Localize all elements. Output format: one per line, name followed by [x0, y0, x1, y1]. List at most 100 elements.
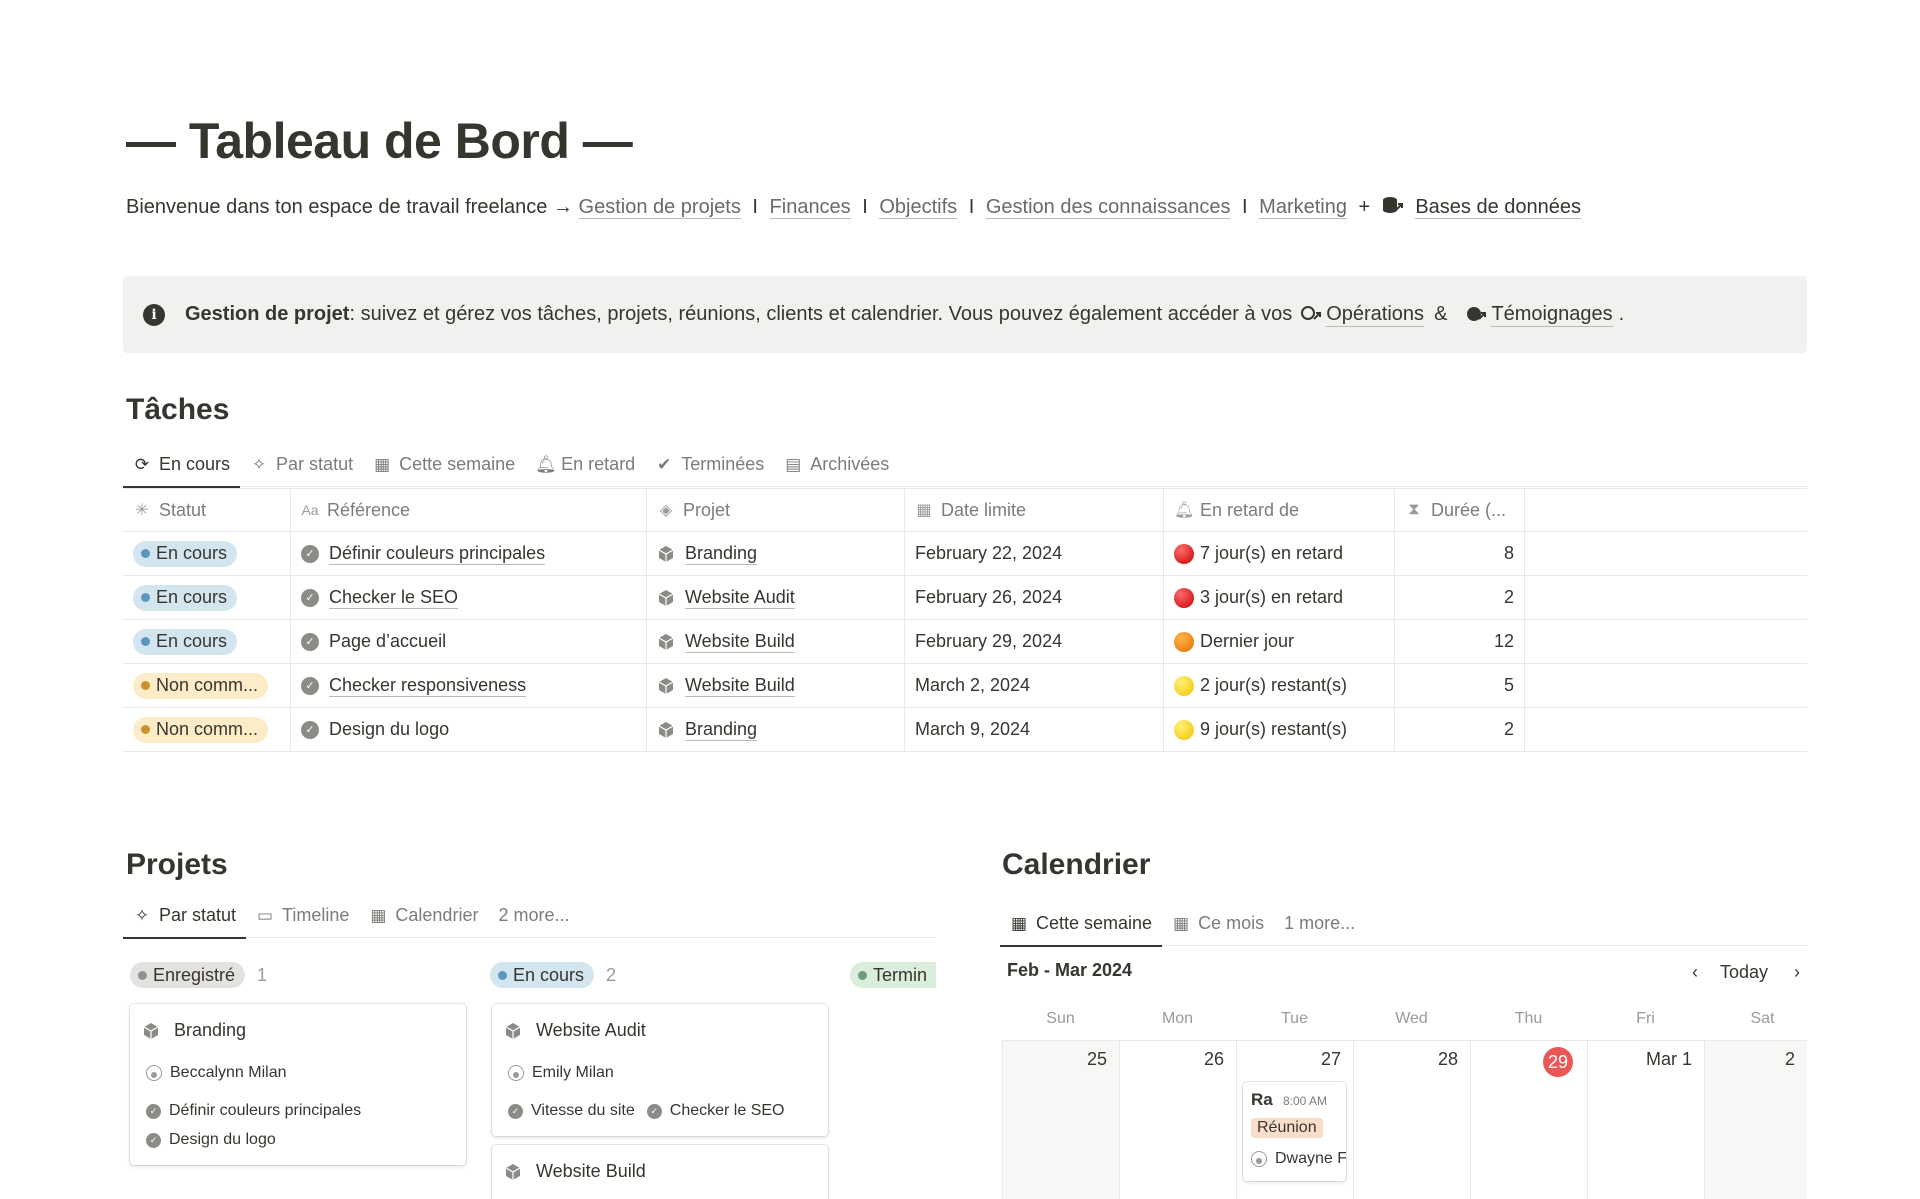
status-cell[interactable]: Non comm... [123, 708, 291, 751]
calendar-day[interactable]: 2 [1704, 1041, 1807, 1199]
task-link[interactable]: Checker le SEO [329, 587, 459, 609]
date-cell[interactable]: February 29, 2024 [905, 620, 1164, 663]
duration-cell[interactable]: 8 [1395, 532, 1525, 575]
col-duree[interactable]: ⧗ Durée (... [1395, 489, 1525, 531]
late-cell[interactable]: 3 jour(s) en retard [1164, 576, 1395, 619]
tab-en-retard[interactable]: 🔔︎ En retard [525, 443, 645, 487]
card-tasks[interactable]: ✓ Vitesse du site ✓ Checker le SEO [508, 1102, 784, 1120]
project-cell[interactable]: Branding [647, 708, 905, 751]
late-cell[interactable]: 2 jour(s) restant(s) [1164, 664, 1395, 707]
project-card[interactable]: Website Audit Emily Milan ✓ Vitesse du si… [492, 1004, 828, 1136]
status-cell[interactable]: En cours [123, 620, 291, 663]
tab-cette-semaine[interactable]: ▦ Cette semaine [1000, 902, 1163, 947]
link-operations[interactable]: Opérations [1326, 303, 1425, 327]
link-gestion-projets[interactable]: Gestion de projets [578, 196, 741, 219]
task-link[interactable]: Définir couleurs principales [329, 543, 546, 565]
calendar-day[interactable]: 25 [1002, 1041, 1119, 1199]
tasks-tabs: ⟳ En cours ✧ Par statut ▦ Cette semaine 🔔︎ E… [123, 443, 1807, 488]
link-objectifs[interactable]: Objectifs [879, 196, 958, 219]
table-row[interactable]: Non comm... ✓ Design du logo Branding Mar… [123, 708, 1807, 752]
date-cell[interactable]: February 22, 2024 [905, 532, 1164, 575]
project-link[interactable]: Website Build [685, 675, 795, 697]
reference-cell[interactable]: ✓ Définir couleurs principales [291, 532, 647, 575]
tab-cette-semaine[interactable]: ▦ Cette semaine [363, 443, 525, 487]
group-termine[interactable]: Termin [850, 962, 936, 988]
table-row[interactable]: En cours ✓ Définir couleurs principales B… [123, 532, 1807, 576]
col-empty [1525, 489, 1807, 531]
tab-terminees[interactable]: ✔ Terminées [645, 443, 774, 487]
table-row[interactable]: En cours ✓ Checker le SEO Website Audit F… [123, 576, 1807, 620]
project-cell[interactable]: Website Build [647, 620, 905, 663]
table-row[interactable]: Non comm... ✓ Checker responsiveness Webs… [123, 664, 1807, 708]
calendar-day[interactable]: Mar 1 [1587, 1041, 1704, 1199]
duration-cell[interactable]: 12 [1395, 620, 1525, 663]
link-connaissances[interactable]: Gestion des connaissances [985, 196, 1231, 219]
project-cell[interactable]: Website Audit [647, 576, 905, 619]
separator: I [752, 196, 758, 218]
reference-cell[interactable]: ✓ Checker responsiveness [291, 664, 647, 707]
date-cell[interactable]: March 9, 2024 [905, 708, 1164, 751]
link-temoignages[interactable]: Témoignages [1491, 303, 1613, 327]
project-cell[interactable]: Branding [647, 532, 905, 575]
tab-par-statut[interactable]: ✧ Par statut [240, 443, 363, 487]
tab-par-statut[interactable]: ✧ Par statut [123, 894, 247, 939]
project-card[interactable]: Website Build [492, 1145, 828, 1199]
group-en-cours[interactable]: En cours 2 [490, 962, 616, 988]
task-link[interactable]: Checker responsiveness [329, 675, 527, 697]
tab-archivees[interactable]: ▤ Archivées [774, 443, 899, 487]
reference-cell[interactable]: ✓ Page d’accueil [291, 620, 647, 663]
reference-cell[interactable]: ✓ Checker le SEO [291, 576, 647, 619]
duration-value: 2 [1503, 719, 1514, 739]
link-bases-de-donnees[interactable]: Bases de données [1415, 196, 1582, 219]
project-link[interactable]: Branding [685, 719, 758, 741]
calendar-day-today[interactable]: 29 [1470, 1041, 1587, 1199]
today-button[interactable]: Today [1720, 962, 1768, 983]
task-link[interactable]: Design du logo [329, 719, 449, 740]
late-cell[interactable]: Dernier jour [1164, 620, 1395, 663]
status-cell[interactable]: Non comm... [123, 664, 291, 707]
tab-en-cours[interactable]: ⟳ En cours [123, 443, 241, 488]
tab-more[interactable]: 2 more... [488, 894, 579, 938]
duration-value: 2 [1503, 587, 1514, 607]
late-cell[interactable]: 9 jour(s) restant(s) [1164, 708, 1395, 751]
col-label: Date limite [941, 499, 1027, 520]
card-task[interactable]: ✓ Définir couleurs principales [146, 1102, 361, 1120]
col-date-limite[interactable]: ▦ Date limite [905, 489, 1164, 531]
task-link[interactable]: Page d’accueil [329, 631, 446, 652]
calendar-day[interactable]: 28 [1353, 1041, 1470, 1199]
date-cell[interactable]: March 2, 2024 [905, 664, 1164, 707]
project-link[interactable]: Branding [685, 543, 758, 565]
check-icon: ✓ [301, 676, 319, 695]
calendar-day[interactable]: 26 [1119, 1041, 1236, 1199]
card-task[interactable]: ✓ Design du logo [146, 1131, 276, 1149]
duration-cell[interactable]: 2 [1395, 708, 1525, 751]
col-reference[interactable]: Aa Référence [291, 489, 647, 531]
col-projet[interactable]: ◈ Projet [647, 489, 905, 531]
late-cell[interactable]: 7 jour(s) en retard [1164, 532, 1395, 575]
group-enregistre[interactable]: Enregistré 1 [130, 962, 267, 988]
status-cell[interactable]: En cours [123, 576, 291, 619]
table-row[interactable]: En cours ✓ Page d’accueil Website Build F… [123, 620, 1807, 664]
tab-more[interactable]: 1 more... [1274, 902, 1365, 946]
tab-calendrier[interactable]: ▦ Calendrier [359, 894, 488, 938]
calendar-event[interactable]: Ra 8:00 AM Réunion Dwayne F [1243, 1082, 1346, 1181]
link-finances[interactable]: Finances [769, 196, 851, 219]
duration-cell[interactable]: 5 [1395, 664, 1525, 707]
link-marketing[interactable]: Marketing [1259, 196, 1347, 219]
next-chevron-icon[interactable]: › [1794, 962, 1800, 983]
col-statut[interactable]: ✳ Statut [123, 489, 291, 531]
project-link[interactable]: Website Build [685, 631, 795, 653]
reference-cell[interactable]: ✓ Design du logo [291, 708, 647, 751]
tab-ce-mois[interactable]: ▦ Ce mois [1162, 902, 1274, 946]
status-label: En cours [156, 631, 228, 651]
prev-chevron-icon[interactable]: ‹ [1692, 962, 1698, 983]
date-cell[interactable]: February 26, 2024 [905, 576, 1164, 619]
project-link[interactable]: Website Audit [685, 587, 795, 609]
col-en-retard[interactable]: 🔔︎ En retard de [1164, 489, 1395, 531]
project-cell[interactable]: Website Build [647, 664, 905, 707]
project-card[interactable]: Branding Beccalynn Milan ✓ Définir couleu… [130, 1004, 466, 1165]
duration-cell[interactable]: 2 [1395, 576, 1525, 619]
callout-bold: Gestion de projet [185, 303, 350, 325]
tab-timeline[interactable]: ▭ Timeline [246, 894, 359, 938]
status-cell[interactable]: En cours [123, 532, 291, 575]
